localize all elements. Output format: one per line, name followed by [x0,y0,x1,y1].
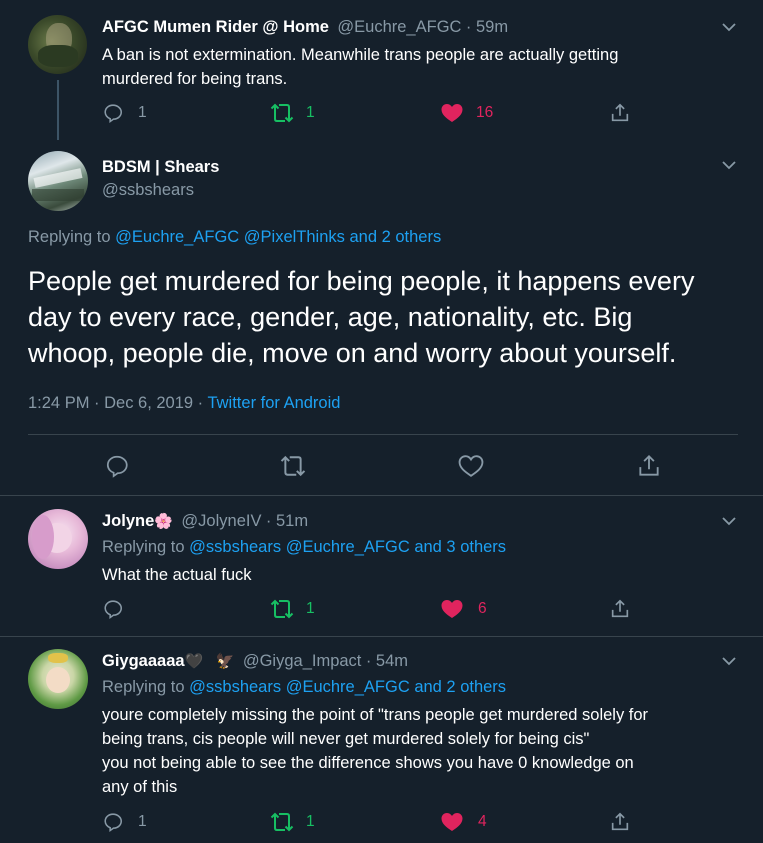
timestamp[interactable]: · 51m [266,512,308,530]
reply-button[interactable]: 1 [102,102,147,124]
flower-emoji-icon: 🌸 [154,513,173,530]
author-handle[interactable]: @ssbshears [102,181,219,200]
author-handle[interactable]: @JolyneIV [181,512,261,530]
divider [28,434,738,435]
timestamp[interactable]: · 59m [466,18,508,36]
replying-to-label: Replying to [28,228,111,246]
like-count: 16 [476,104,494,121]
tweet-text-line: being trans, cis people will never get m… [102,730,590,748]
main-tweet-text-line: whoop, people die, move on and worry abo… [28,338,677,368]
black-heart-emoji-icon: 🖤 [184,653,204,670]
tweet-timestamp[interactable]: 1:24 PM · Dec 6, 2019 · [28,394,203,412]
retweet-icon[interactable] [279,454,307,478]
chevron-down-icon[interactable] [721,655,737,667]
author-name[interactable]: AFGC Mumen Rider @ Home [102,18,329,36]
tweet-text-line: murdered for being trans. [102,70,288,88]
reply-count: 1 [138,104,147,121]
reply-icon[interactable] [102,598,124,620]
like-count: 4 [478,813,487,830]
tweet-text: What the actual fuck [102,566,252,584]
retweet-icon [270,812,294,832]
author-handle[interactable]: @Giyga_Impact [243,652,362,670]
chevron-down-icon[interactable] [721,515,737,527]
divider [0,636,763,637]
avatar-afgc[interactable] [28,15,87,74]
avatar-giyga[interactable] [28,649,88,709]
replying-to-users[interactable]: @ssbshears @Euchre_AFGC and 2 others [189,678,506,696]
timestamp[interactable]: · 54m [366,652,408,670]
heart-icon[interactable] [457,454,485,478]
share-icon[interactable] [609,811,631,833]
chevron-down-icon[interactable] [721,21,737,33]
reply-icon[interactable] [104,453,130,479]
tweet-source[interactable]: Twitter for Android [207,394,340,412]
like-button[interactable]: 16 [440,102,493,124]
reply-count: 1 [138,813,147,830]
author-name[interactable]: Giygaaaaa [102,652,185,670]
author-handle[interactable]: @Euchre_AFGC [337,18,461,36]
reply-button[interactable]: 1 [102,811,147,833]
chevron-down-icon[interactable] [721,159,737,171]
replying-to-label: Replying to [102,538,185,556]
tweet-text-line: you not being able to see the difference… [102,754,634,772]
reply-icon [104,104,123,124]
reply-icon [104,813,123,833]
author-name[interactable]: Jolyne [102,512,154,530]
heart-filled-icon [441,104,463,122]
divider [0,495,763,496]
avatar-bdsm-shears[interactable] [28,151,88,211]
tweet-text-line: A ban is not extermination. Meanwhile tr… [102,46,619,64]
replying-to-label: Replying to [102,678,185,696]
main-tweet-text-line: day to every race, gender, age, national… [28,302,633,332]
share-icon[interactable] [636,453,662,479]
replying-to-users[interactable]: @ssbshears @Euchre_AFGC and 3 others [189,538,506,556]
heart-filled-icon [441,600,463,618]
replying-to-users[interactable]: @Euchre_AFGC @PixelThinks and 2 others [115,228,441,246]
like-button[interactable]: 4 [440,811,487,833]
main-tweet-text-line: People get murdered for being people, it… [28,266,695,296]
tweet-text-line: any of this [102,778,178,796]
share-icon[interactable] [609,102,631,124]
avatar-jolyne[interactable] [28,509,88,569]
eagle-emoji-icon: 🦅 [215,653,235,670]
heart-filled-icon [441,813,463,831]
retweet-icon [270,103,294,123]
retweet-count: 1 [306,600,315,617]
share-icon[interactable] [609,598,631,620]
tweet-text-line: youre completely missing the point of "t… [102,706,649,724]
like-button[interactable]: 6 [440,598,487,620]
retweet-button[interactable]: 1 [270,598,315,620]
thread-line [57,80,59,140]
author-name[interactable]: BDSM | Shears [102,158,219,177]
retweet-icon [270,599,294,619]
like-count: 6 [478,600,487,617]
retweet-button[interactable]: 1 [270,102,315,124]
retweet-button[interactable]: 1 [270,811,315,833]
retweet-count: 1 [306,104,315,121]
retweet-count: 1 [306,813,315,830]
